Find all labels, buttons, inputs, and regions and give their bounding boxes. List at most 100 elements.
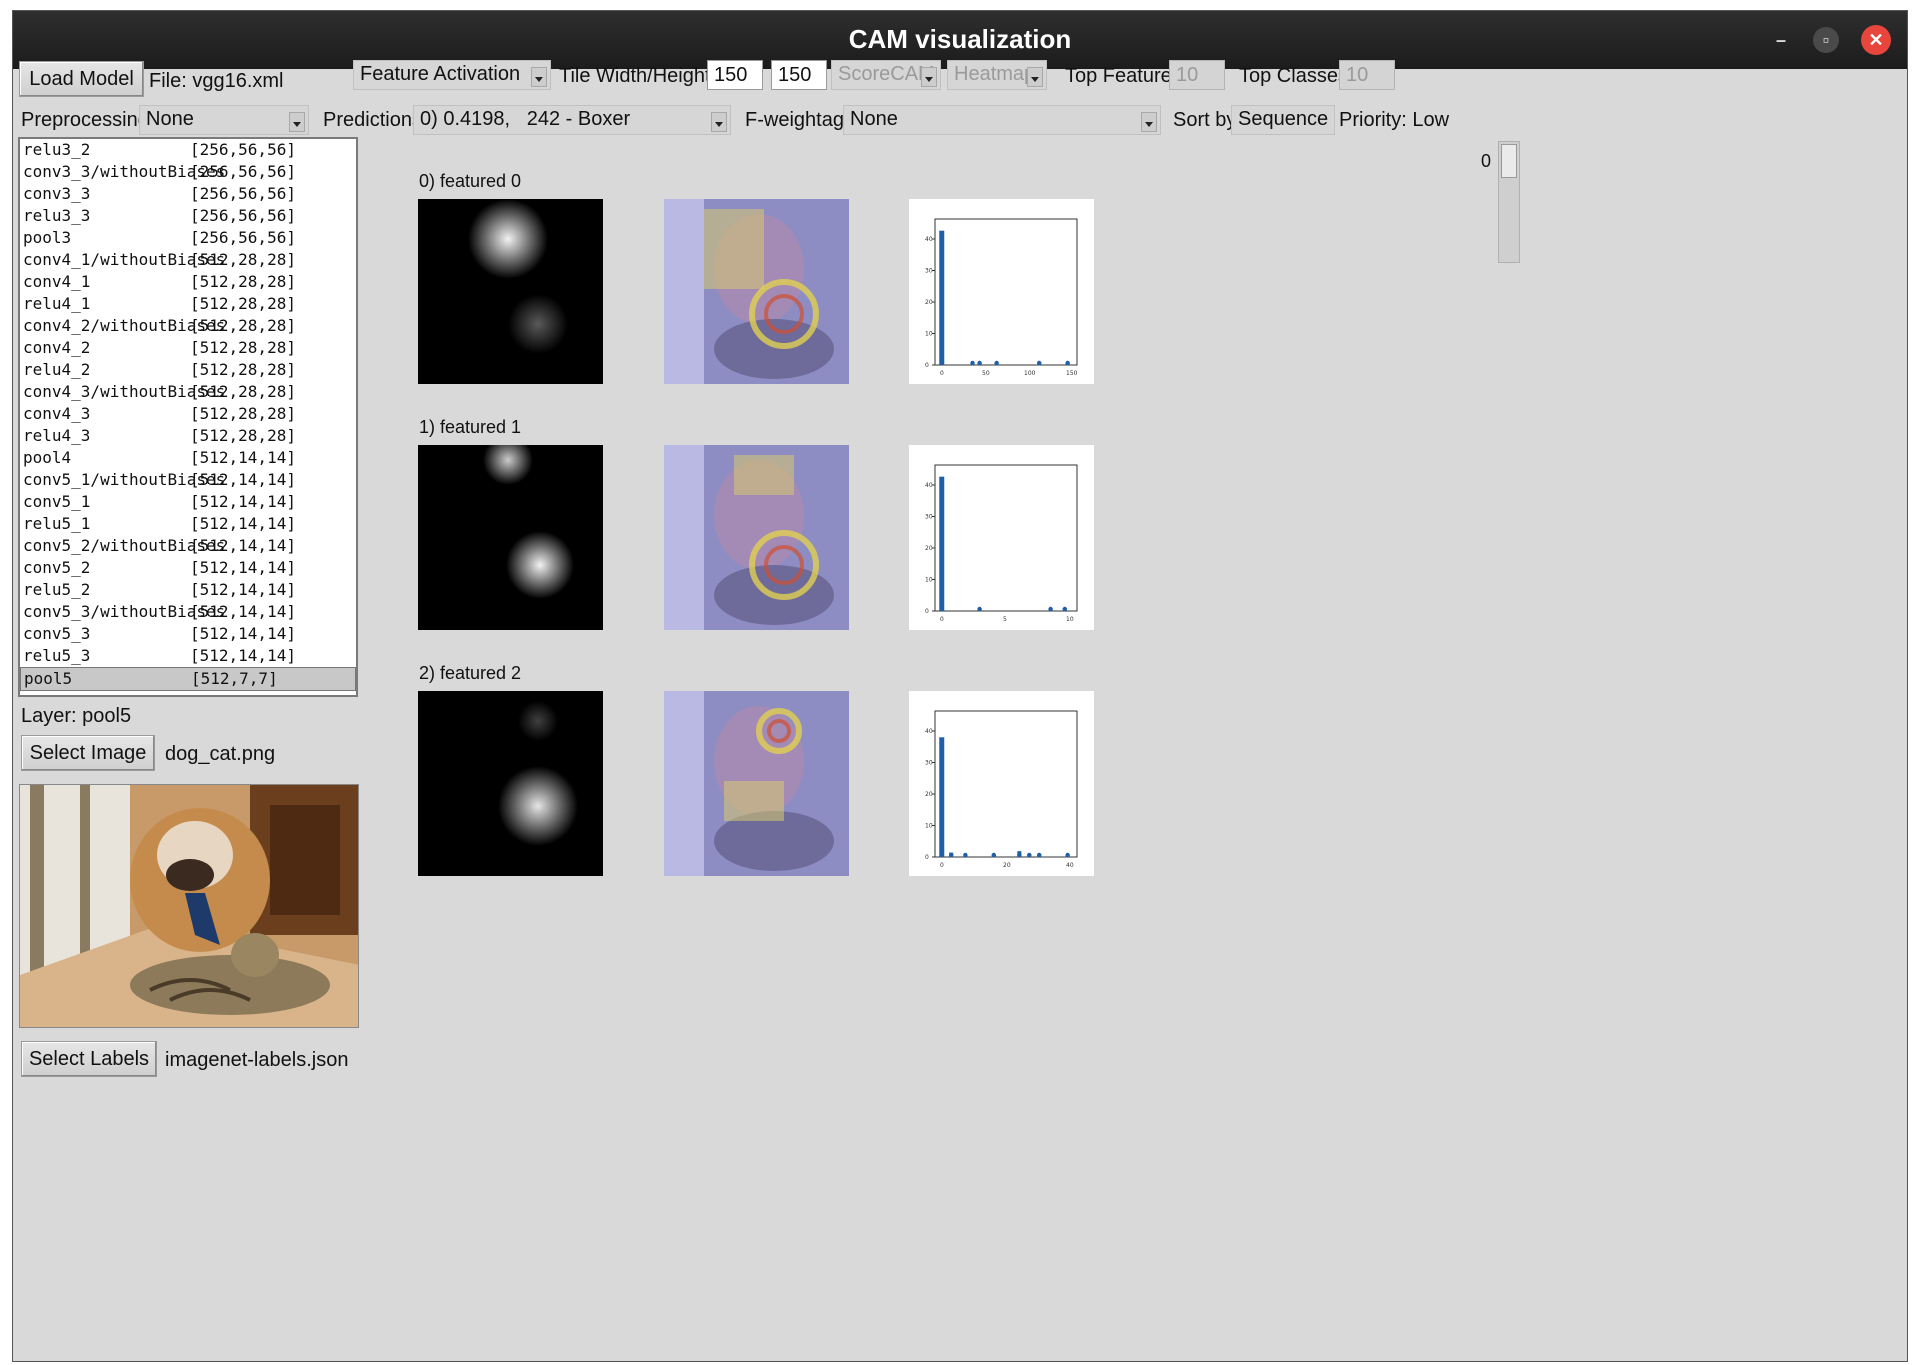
svg-text:150: 150 — [1066, 370, 1078, 377]
layer-list-item[interactable]: conv5_1 [512,14,14] — [20, 491, 356, 513]
input-image — [19, 784, 359, 1028]
layer-shape: [512,28,28] — [190, 294, 296, 313]
feature-label: 0) featured 0 — [419, 171, 522, 191]
layer-list-item[interactable]: conv5_2/withoutBiases [512,14,14] — [20, 535, 356, 557]
layer-list-item[interactable]: conv4_1 [512,28,28] — [20, 271, 356, 293]
svg-text:40: 40 — [1066, 862, 1074, 869]
svg-text:100: 100 — [1024, 370, 1036, 377]
chevron-down-icon — [289, 112, 305, 132]
select-labels-button[interactable]: Select Labels — [21, 1041, 157, 1077]
layer-list-item[interactable]: conv4_2 [512,28,28] — [20, 337, 356, 359]
sortby-value: Sequence — [1238, 108, 1329, 130]
layer-list-item[interactable]: conv5_3/withoutBiases [512,14,14] — [20, 601, 356, 623]
predictions-select[interactable]: 0) 0.4198, 242 - Boxer — [413, 105, 731, 135]
cam-method-select[interactable]: ScoreCAM — [831, 60, 941, 90]
preprocessing-value: None — [146, 108, 194, 130]
layer-name: relu4_2 — [23, 360, 91, 379]
layer-list-item[interactable]: relu4_3 [512,28,28] — [20, 425, 356, 447]
maximize-icon[interactable]: ▫ — [1813, 27, 1839, 53]
layer-shape: [512,28,28] — [190, 360, 296, 379]
load-model-button[interactable]: Load Model — [19, 61, 144, 97]
labels-file-label: imagenet-labels.json — [165, 1049, 349, 1071]
layer-name: relu5_1 — [23, 514, 91, 533]
layer-list-item[interactable]: conv4_3 [512,28,28] — [20, 403, 356, 425]
layer-shape: [512,14,14] — [190, 558, 296, 577]
layer-list-item[interactable]: pool3 [256,56,56] — [20, 227, 356, 249]
minimize-icon[interactable]: – — [1766, 25, 1796, 55]
layer-list-item[interactable]: conv3_3/withoutBiases [256,56,56] — [20, 161, 356, 183]
preprocessing-label: Preprocessing: — [21, 109, 155, 131]
scrollbar-thumb[interactable] — [1501, 144, 1517, 178]
sortby-select[interactable]: Sequence — [1231, 105, 1335, 135]
layer-list-item[interactable]: conv4_2/withoutBiases [512,28,28] — [20, 315, 356, 337]
layer-list-item[interactable]: conv5_2 [512,14,14] — [20, 557, 356, 579]
svg-text:10: 10 — [925, 577, 933, 584]
cam-overlay-image — [664, 199, 849, 384]
layer-list-item[interactable]: conv5_3 [512,14,14] — [20, 623, 356, 645]
top-classes-input[interactable]: 10 — [1339, 60, 1395, 90]
svg-text:10: 10 — [1066, 616, 1074, 623]
layer-shape: [256,56,56] — [190, 140, 296, 159]
view-select[interactable]: Heatmap — [947, 60, 1047, 90]
layer-name: conv5_1 — [23, 492, 91, 511]
svg-text:20: 20 — [925, 545, 933, 552]
svg-text:30: 30 — [925, 760, 933, 767]
close-icon[interactable]: ✕ — [1861, 25, 1891, 55]
layer-shape: [256,56,56] — [190, 162, 296, 181]
fweightage-value: None — [850, 108, 898, 130]
top-features-input[interactable]: 10 — [1169, 60, 1225, 90]
layer-list-item[interactable]: pool4 [512,14,14] — [20, 447, 356, 469]
layer-shape: [256,56,56] — [190, 228, 296, 247]
layer-shape: [512,28,28] — [190, 316, 296, 335]
layer-shape: [512,28,28] — [190, 250, 296, 269]
svg-text:30: 30 — [925, 514, 933, 521]
top-features-label: Top Features — [1065, 65, 1182, 87]
layer-shape: [512,14,14] — [190, 580, 296, 599]
mode-select[interactable]: Feature Activation — [353, 60, 551, 90]
layer-list-item[interactable]: conv3_3 [256,56,56] — [20, 183, 356, 205]
fweightage-select[interactable]: None — [843, 105, 1161, 135]
selected-layer-label: Layer: pool5 — [21, 705, 132, 727]
layer-name: relu5_2 — [23, 580, 91, 599]
layer-list-item[interactable]: relu4_2 [512,28,28] — [20, 359, 356, 381]
layer-name: pool3 — [23, 228, 72, 247]
feature-histogram: 40 30 20 10 0 0 50 100 150 — [909, 199, 1094, 384]
layer-list-item[interactable]: relu3_2 [256,56,56] — [20, 139, 356, 161]
svg-text:20: 20 — [925, 791, 933, 798]
svg-text:5: 5 — [1003, 616, 1007, 623]
layer-shape: [512,14,14] — [190, 448, 296, 467]
image-file-label: dog_cat.png — [165, 743, 276, 765]
layer-shape: [512,14,14] — [190, 624, 296, 643]
layer-list[interactable]: relu3_2 [256,56,56] conv3_3/withoutBiases[… — [18, 137, 358, 697]
layer-name: conv5_2 — [23, 558, 91, 577]
svg-text:20: 20 — [925, 299, 933, 306]
layer-list-item[interactable]: relu5_1 [512,14,14] — [20, 513, 356, 535]
chevron-down-icon — [711, 112, 727, 132]
layer-shape: [512,7,7] — [191, 669, 278, 688]
select-image-button[interactable]: Select Image — [21, 735, 155, 771]
layer-list-item[interactable]: relu5_2 [512,14,14] — [20, 579, 356, 601]
tile-width-input[interactable]: 150 — [707, 60, 763, 90]
chevron-down-icon — [1141, 112, 1157, 132]
chevron-down-icon — [1027, 67, 1043, 87]
main-window: CAM visualization – ▫ ✕ Load Model File:… — [12, 10, 1908, 1362]
layer-list-item[interactable]: conv5_1/withoutBiases [512,14,14] — [20, 469, 356, 491]
layer-name: pool5 — [24, 669, 73, 688]
preprocessing-select[interactable]: None — [139, 105, 309, 135]
layer-list-item[interactable]: conv4_1/withoutBiases [512,28,28] — [20, 249, 356, 271]
layer-list-item[interactable]: relu3_3 [256,56,56] — [20, 205, 356, 227]
layer-list-item[interactable]: relu5_3 [512,14,14] — [20, 645, 356, 667]
layer-name: conv4_2 — [23, 338, 91, 357]
tile-height-input[interactable]: 150 — [771, 60, 827, 90]
layer-list-item[interactable]: relu4_1 [512,28,28] — [20, 293, 356, 315]
layer-shape: [512,28,28] — [190, 426, 296, 445]
scroll-value: 0 — [1481, 151, 1492, 171]
top-classes-label: Top Classes — [1239, 65, 1348, 87]
svg-text:0: 0 — [940, 370, 944, 377]
layer-list-item[interactable]: conv4_3/withoutBiases [512,28,28] — [20, 381, 356, 403]
layer-shape: [512,28,28] — [190, 272, 296, 291]
layer-name: conv3_3 — [23, 184, 91, 203]
layer-list-item[interactable]: pool5 [512,7,7] — [20, 667, 356, 691]
vertical-scrollbar[interactable] — [1498, 141, 1520, 263]
layer-shape: [512,14,14] — [190, 492, 296, 511]
